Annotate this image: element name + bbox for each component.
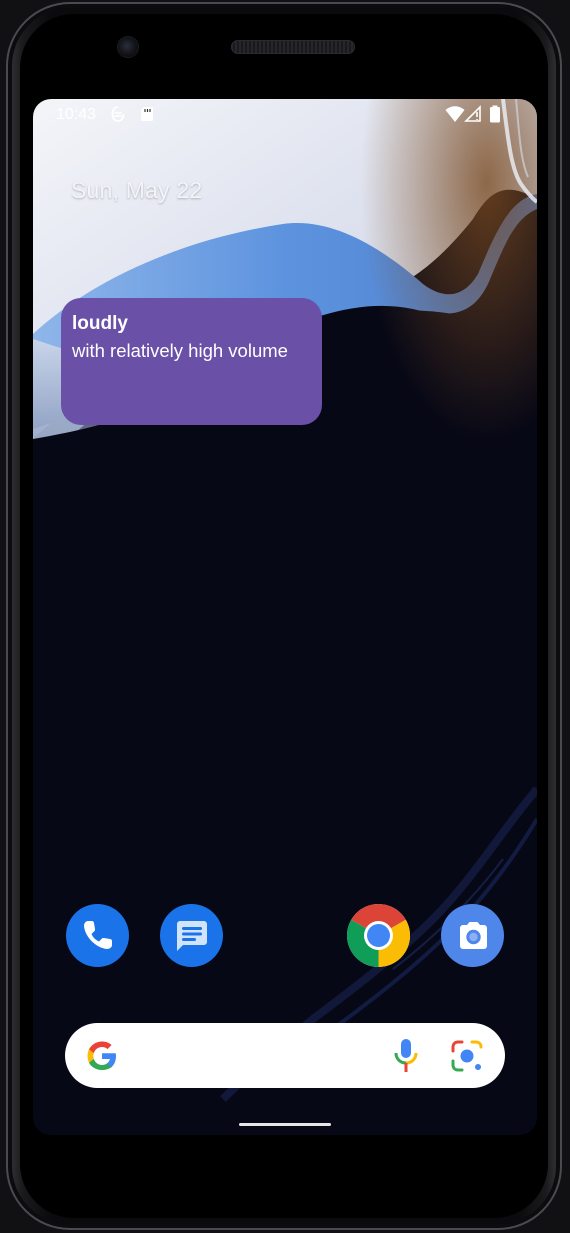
camera-app-icon[interactable] (441, 904, 504, 967)
word-widget[interactable]: loudly with relatively high volume (61, 298, 322, 425)
widget-definition: with relatively high volume (72, 340, 288, 361)
chrome-icon (346, 904, 411, 967)
sd-card-icon (141, 107, 153, 121)
messages-app-icon[interactable] (160, 904, 223, 967)
battery-icon (490, 105, 500, 123)
home-screen: 10:43 Sun, May 22 loudly with relatively… (33, 99, 537, 1135)
chrome-app-icon[interactable] (346, 904, 411, 967)
earpiece-speaker (231, 40, 355, 54)
status-time: 10:43 (56, 106, 97, 123)
lens-icon[interactable] (450, 1039, 484, 1073)
wallpaper (33, 99, 537, 1135)
signal-icon (464, 105, 481, 122)
status-bar: 10:43 (33, 99, 537, 131)
widget-word: loudly (72, 313, 128, 334)
camera-icon (460, 922, 487, 949)
phone-icon (84, 921, 112, 949)
front-camera (118, 37, 138, 57)
phone-app-icon[interactable] (66, 904, 129, 967)
gesture-nav-handle[interactable] (239, 1123, 331, 1126)
mic-icon[interactable] (393, 1037, 419, 1075)
google-g-icon (87, 1041, 116, 1070)
messages-icon (177, 921, 207, 951)
google-search-bar[interactable] (65, 1023, 505, 1088)
data-saver-icon (111, 106, 125, 122)
date-widget[interactable]: Sun, May 22 (71, 177, 202, 204)
wifi-icon (445, 106, 465, 122)
